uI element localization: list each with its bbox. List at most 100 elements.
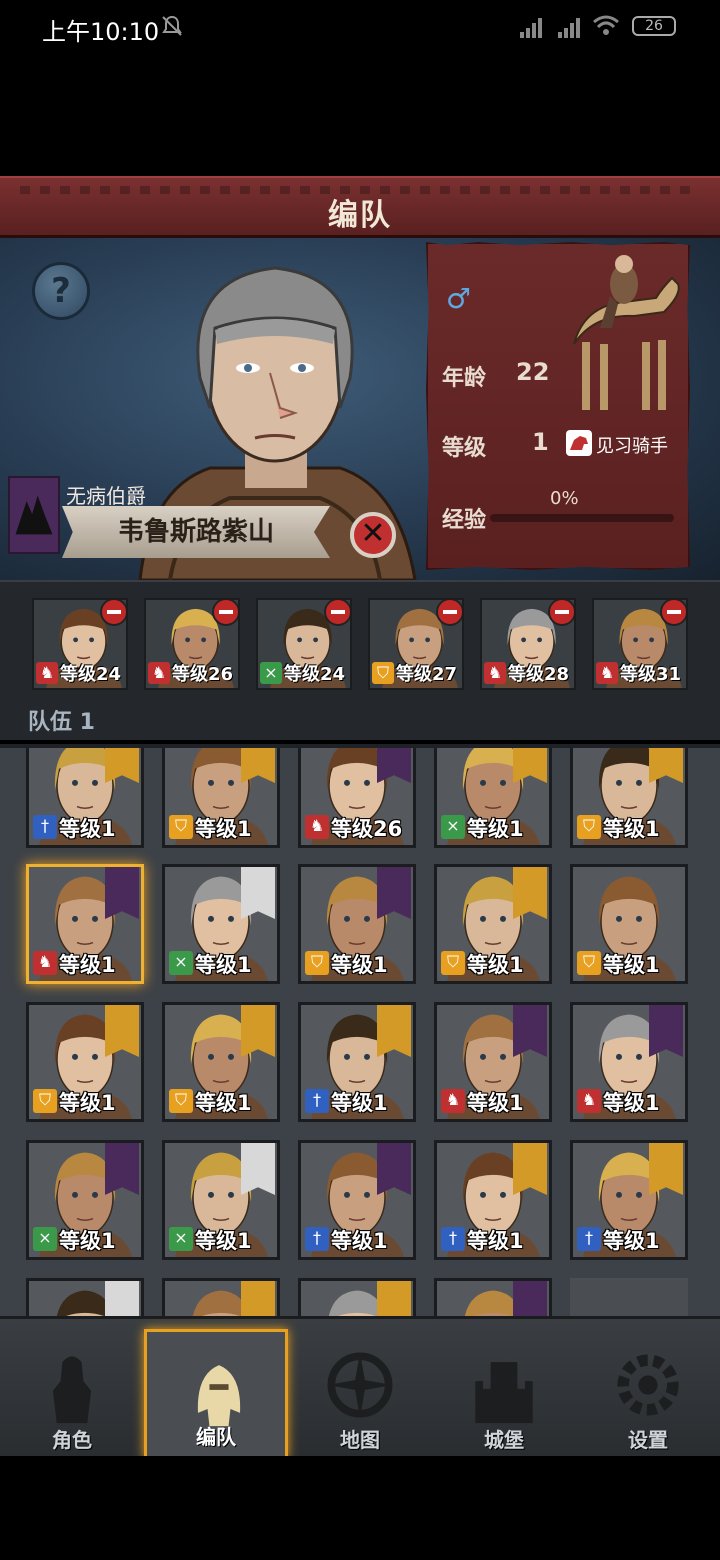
nav-label: 编队 xyxy=(196,1425,236,1449)
xp-label: 经验 xyxy=(442,508,487,533)
roster-hero-card[interactable]: ♞ 等级1 xyxy=(570,1002,688,1122)
hero-level: 等级1 xyxy=(603,817,660,841)
house-flag xyxy=(105,1005,139,1057)
roster-hero-card[interactable]: ⨯ 等级1 xyxy=(162,864,280,984)
xp-bar xyxy=(490,514,674,522)
archer-class-icon: ⨯ xyxy=(441,815,465,839)
helmet-icon xyxy=(197,1365,241,1427)
hero-level: 等级1 xyxy=(59,953,116,977)
nav-castle[interactable]: 城堡 xyxy=(432,1329,576,1459)
hero-stat-card: ♂ 年龄 22 等级 1 见习骑手 经验 0% xyxy=(426,242,690,570)
remove-member-button[interactable] xyxy=(100,600,126,626)
squad-member-card[interactable]: ♞ 等级26 xyxy=(144,598,240,690)
cavalry-class-icon xyxy=(566,430,592,456)
nav-label: 设置 xyxy=(628,1428,668,1452)
house-flag xyxy=(377,1143,411,1195)
roster-hero-card[interactable]: † 等级1 xyxy=(26,748,144,848)
house-flag xyxy=(241,1281,275,1316)
hero-level: 等级26 xyxy=(331,817,403,841)
roster-hero-card[interactable]: ⛉ 等级1 xyxy=(162,748,280,848)
house-flag xyxy=(513,1143,547,1195)
nav-label: 角色 xyxy=(52,1428,92,1452)
roster-hero-card[interactable]: ⛉ 等级1 xyxy=(26,1002,144,1122)
remove-member-button[interactable] xyxy=(212,600,238,626)
house-flag xyxy=(513,1005,547,1057)
nav-compass[interactable]: 地图 xyxy=(288,1329,432,1459)
roster-hero-card[interactable]: † 等级1 xyxy=(434,1140,552,1260)
nav-helmet[interactable]: 编队 xyxy=(144,1329,288,1459)
roster-hero-card[interactable]: † 等级1 xyxy=(298,1140,416,1260)
hero-level: 等级1 xyxy=(195,1229,252,1253)
remove-member-button[interactable] xyxy=(548,600,574,626)
squad-member-card[interactable]: ♞ 等级28 xyxy=(480,598,576,690)
roster-hero-card[interactable]: ⛉ 等级1 xyxy=(570,748,688,848)
roster-hero-card[interactable]: ⨯ 等级1 xyxy=(162,1140,280,1260)
hero-level: 等级1 xyxy=(59,817,116,841)
squad-member-card[interactable]: ♞ 等级24 xyxy=(32,598,128,690)
hero-level: 等级1 xyxy=(467,1229,524,1253)
shield-class-icon: ⛉ xyxy=(169,1089,193,1113)
hero-level: 等级1 xyxy=(603,953,660,977)
house-flag xyxy=(377,1281,411,1316)
cavalry-class-icon: ♞ xyxy=(33,951,57,975)
roster-hero-card[interactable]: ♞ 等级26 xyxy=(298,748,416,848)
level-label: 等级 xyxy=(442,436,487,461)
roster-grid: † 等级1 ⛉ 等级1 ♞ 等级26 ⨯ 等级1 ⛉ 等级1 ♞ 等级1 ⨯ 等… xyxy=(0,744,720,1316)
hero-level: 等级1 xyxy=(603,1229,660,1253)
roster-hero-card[interactable] xyxy=(298,1278,416,1316)
roster-hero-card[interactable]: ⛉ 等级1 xyxy=(298,864,416,984)
hero-level: 等级1 xyxy=(195,953,252,977)
hero-panel: ? 无病伯爵 韦鲁斯路紫山 ✕ ♂ 年龄 22 等级 1 见习骑手 经验 0% xyxy=(0,238,720,580)
roster-hero-card[interactable]: ♞ 等级1 xyxy=(26,864,144,984)
squad-member-card[interactable]: ⛉ 等级27 xyxy=(368,598,464,690)
roster-hero-card[interactable]: † 等级1 xyxy=(298,1002,416,1122)
roster-hero-card[interactable]: ⛉ 等级1 xyxy=(162,1002,280,1122)
roster-hero-card[interactable] xyxy=(162,1278,280,1316)
hero-level: 等级1 xyxy=(603,1091,660,1115)
remove-member-button[interactable] xyxy=(324,600,350,626)
squad-member-card[interactable]: ♞ 等级31 xyxy=(592,598,688,690)
sword-class-icon: † xyxy=(305,1089,329,1113)
signal-icon xyxy=(558,18,580,38)
hero-level: 等级1 xyxy=(331,1091,388,1115)
roster-hero-card[interactable] xyxy=(434,1278,552,1316)
remove-member-button[interactable] xyxy=(660,600,686,626)
bottom-nav: 角色 编队 地图 城堡 设置 xyxy=(0,1316,720,1459)
roster-hero-card[interactable]: ⨯ 等级1 xyxy=(26,1140,144,1260)
castle-icon xyxy=(475,1362,533,1424)
age-value: 22 xyxy=(516,358,550,386)
member-level: 等级27 xyxy=(396,664,458,685)
cavalry-class-icon: ♞ xyxy=(148,662,170,684)
roster-hero-card[interactable]: ♞ 等级1 xyxy=(434,1002,552,1122)
cavalry-class-icon: ♞ xyxy=(441,1089,465,1113)
compass-icon xyxy=(327,1352,393,1418)
hero-name[interactable]: 韦鲁斯路紫山 xyxy=(62,506,330,558)
shield-class-icon: ⛉ xyxy=(441,951,465,975)
squad-member-card[interactable]: ⨯ 等级24 xyxy=(256,598,352,690)
hero-level: 等级1 xyxy=(59,1091,116,1115)
roster-hero-card[interactable]: ⨯ 等级1 xyxy=(434,748,552,848)
wifi-icon xyxy=(593,15,619,35)
system-nav-area xyxy=(0,1456,720,1560)
house-flag xyxy=(105,1281,139,1316)
member-level: 等级31 xyxy=(620,664,682,685)
roster-hero-card[interactable] xyxy=(26,1278,144,1316)
hero-level: 等级1 xyxy=(59,1229,116,1253)
help-button[interactable]: ? xyxy=(32,262,90,320)
remove-hero-button[interactable]: ✕ xyxy=(350,512,396,558)
roster-hero-card[interactable]: † 等级1 xyxy=(570,1140,688,1260)
hero-level: 等级1 xyxy=(467,817,524,841)
remove-member-button[interactable] xyxy=(436,600,462,626)
age-label: 年龄 xyxy=(442,366,487,391)
nav-knight[interactable]: 角色 xyxy=(0,1329,144,1459)
roster-hero-card[interactable]: ⛉ 等级1 xyxy=(570,864,688,984)
shield-class-icon: ⛉ xyxy=(305,951,329,975)
shield-class-icon: ⛉ xyxy=(169,815,193,839)
status-bar: 上午10:10 26 xyxy=(0,0,720,56)
nav-label: 地图 xyxy=(340,1428,380,1452)
xp-percent: 0% xyxy=(550,488,579,509)
cavalry-class-icon: ♞ xyxy=(577,1089,601,1113)
shield-class-icon: ⛉ xyxy=(372,662,394,684)
nav-gear[interactable]: 设置 xyxy=(576,1329,720,1459)
roster-hero-card[interactable]: ⛉ 等级1 xyxy=(434,864,552,984)
